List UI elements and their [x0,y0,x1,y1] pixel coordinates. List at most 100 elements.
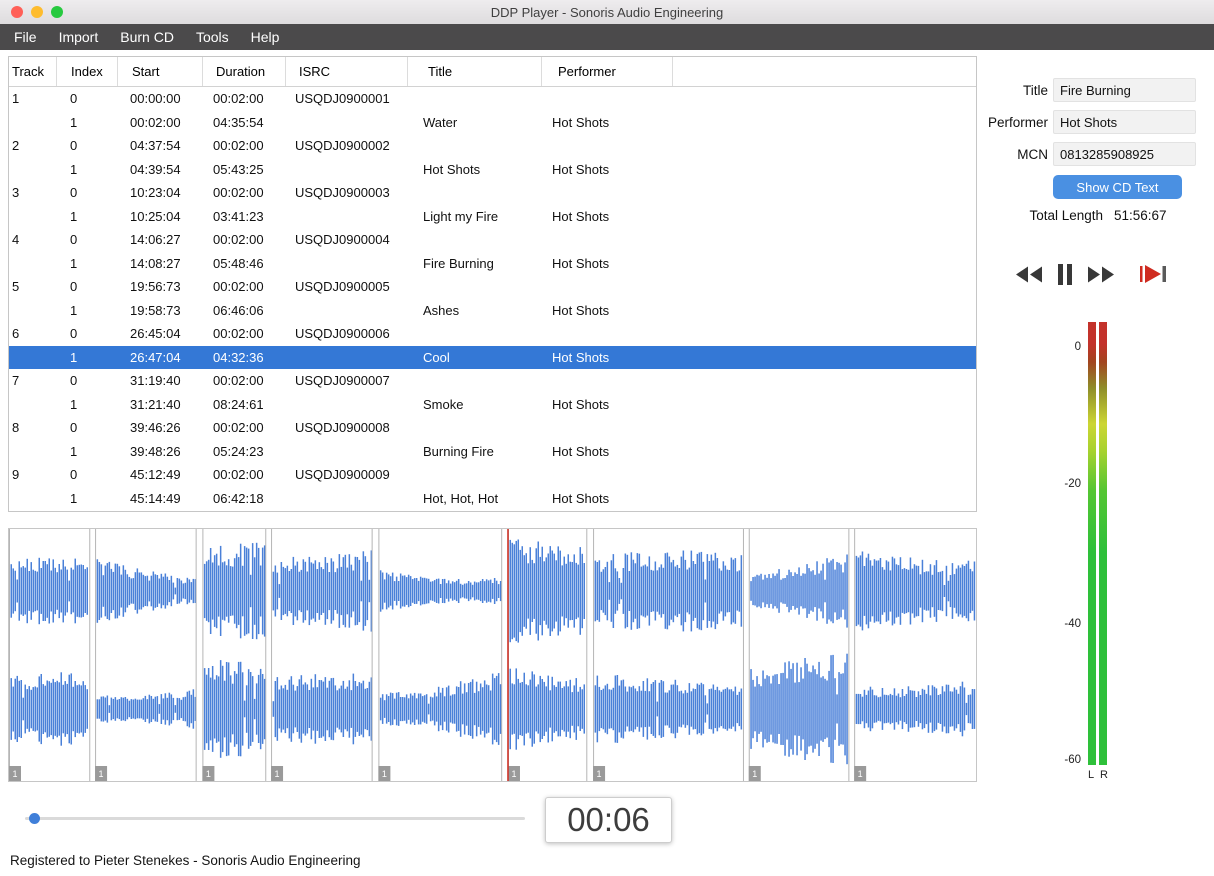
menu-bar: File Import Burn CD Tools Help [0,24,1214,50]
table-row[interactable]: 1 45:14:49 06:42:18 Hot, Hot, Hot Hot Shots [9,487,976,511]
cell-start: 45:12:49 [130,467,181,483]
table-row[interactable]: 8 0 39:46:26 00:02:00 USQDJ0900008 [9,416,976,440]
cell-title: Water [423,114,458,130]
table-row[interactable]: 9 0 45:12:49 00:02:00 USQDJ0900009 [9,463,976,487]
cell-performer: Hot Shots [552,396,610,412]
cell-track: 5 [12,279,20,295]
cell-index: 0 [70,373,78,389]
meter-scale-label: -20 [1064,478,1081,491]
menu-item-import[interactable]: Import [48,24,110,50]
zoom-button[interactable] [51,6,63,18]
table-row[interactable]: 3 0 10:23:04 00:02:00 USQDJ0900003 [9,181,976,205]
column-header-index[interactable]: Index [57,57,118,86]
column-header-duration[interactable]: Duration [203,57,286,86]
cell-duration: 00:02:00 [213,373,264,389]
track-marker-label: 1 [511,769,516,779]
cell-index: 1 [70,302,78,318]
cell-index: 1 [70,255,78,271]
title-input[interactable] [1053,78,1196,102]
app-window: DDP Player - Sonoris Audio Engineering F… [0,0,1214,876]
table-header: Track Index Start Duration ISRC Title Performe… [9,57,976,87]
cell-performer: Hot Shots [552,161,610,177]
total-length-label: Total Length [1029,208,1103,223]
waveform-panel[interactable]: 1 1 1 1 1 1 1 1 1 [8,528,977,782]
menu-item-tools[interactable]: Tools [185,24,240,50]
table-row[interactable]: 4 0 14:06:27 00:02:00 USQDJ0900004 [9,228,976,252]
mcn-input[interactable] [1053,142,1196,166]
cell-duration: 00:02:00 [213,138,264,154]
table-row[interactable]: 1 0 00:00:00 00:02:00 USQDJ0900001 [9,87,976,111]
table-row[interactable]: 1 04:39:54 05:43:25 Hot Shots Hot Shots [9,158,976,182]
cell-duration: 00:02:00 [213,91,264,107]
cell-track: 6 [12,326,20,342]
cell-index: 1 [70,208,78,224]
table-row[interactable]: 6 0 26:45:04 00:02:00 USQDJ0900006 [9,322,976,346]
column-header-start[interactable]: Start [118,57,203,86]
fast-forward-icon [1088,266,1114,282]
seek-slider[interactable] [25,811,525,826]
cell-index: 1 [70,349,78,365]
cell-start: 10:25:04 [130,208,181,224]
close-button[interactable] [11,6,23,18]
table-row[interactable]: 1 26:47:04 04:32:36 Cool Hot Shots [9,345,976,369]
title-label: Title [1022,82,1048,98]
cell-track: 8 [12,420,20,436]
cell-duration: 03:41:23 [213,208,264,224]
track-marker-label: 1 [752,769,757,779]
column-header-isrc[interactable]: ISRC [286,57,408,86]
cell-duration: 00:02:00 [213,326,264,342]
cell-index: 0 [70,326,78,342]
show-cd-text-button[interactable]: Show CD Text [1053,175,1182,199]
cell-start: 04:39:54 [130,161,181,177]
minimize-button[interactable] [31,6,43,18]
column-header-track[interactable]: Track [9,57,57,86]
pause-icon [1058,263,1072,285]
cell-performer: Hot Shots [552,255,610,271]
table-row[interactable]: 1 19:58:73 06:46:06 Ashes Hot Shots [9,299,976,323]
table-row[interactable]: 1 14:08:27 05:48:46 Fire Burning Hot Shots [9,252,976,276]
cell-title: Cool [423,349,450,365]
cell-index: 0 [70,91,78,107]
cell-track: 7 [12,373,20,389]
play-to-marker-button[interactable] [1137,260,1171,288]
table-row[interactable]: 2 0 04:37:54 00:02:00 USQDJ0900002 [9,134,976,158]
cell-duration: 04:35:54 [213,114,264,130]
rewind-button[interactable] [1012,260,1046,288]
cell-start: 26:45:04 [130,326,181,342]
transport-controls [985,260,1214,288]
performer-input[interactable] [1053,110,1196,134]
table-row[interactable]: 7 0 31:19:40 00:02:00 USQDJ0900007 [9,369,976,393]
cell-isrc: USQDJ0900009 [295,467,390,483]
table-row[interactable]: 1 10:25:04 03:41:23 Light my Fire Hot Shots [9,205,976,229]
menu-item-file[interactable]: File [3,24,48,50]
time-display: 00:06 [545,797,672,843]
cell-start: 39:46:26 [130,420,181,436]
cell-isrc: USQDJ0900008 [295,420,390,436]
cell-track: 9 [12,467,20,483]
table-row[interactable]: 1 31:21:40 08:24:61 Smoke Hot Shots [9,393,976,417]
waveform-svg[interactable]: 1 1 1 1 1 1 1 1 1 [9,529,976,781]
window-title: DDP Player - Sonoris Audio Engineering [490,4,724,20]
column-header-performer[interactable]: Performer [542,57,673,86]
track-marker-label: 1 [858,769,863,779]
cell-track: 3 [12,185,20,201]
play-to-marker-icon [1140,265,1166,283]
cell-start: 00:02:00 [130,114,181,130]
table-row[interactable]: 5 0 19:56:73 00:02:00 USQDJ0900005 [9,275,976,299]
cell-duration: 00:02:00 [213,279,264,295]
seek-track[interactable] [25,817,525,820]
table-row[interactable]: 1 39:48:26 05:24:23 Burning Fire Hot Shots [9,440,976,464]
pause-button[interactable] [1048,260,1082,288]
menu-item-help[interactable]: Help [240,24,291,50]
cell-index: 0 [70,232,78,248]
cell-duration: 05:48:46 [213,255,264,271]
cell-index: 0 [70,185,78,201]
column-header-title[interactable]: Title [408,57,542,86]
seek-thumb[interactable] [29,813,40,824]
fast-forward-button[interactable] [1084,260,1118,288]
cell-start: 14:08:27 [130,255,181,271]
cell-duration: 06:46:06 [213,302,264,318]
level-meter: 0 -20 -40 -60 L R [985,322,1214,792]
menu-item-burn-cd[interactable]: Burn CD [109,24,185,50]
table-row[interactable]: 1 00:02:00 04:35:54 Water Hot Shots [9,111,976,135]
